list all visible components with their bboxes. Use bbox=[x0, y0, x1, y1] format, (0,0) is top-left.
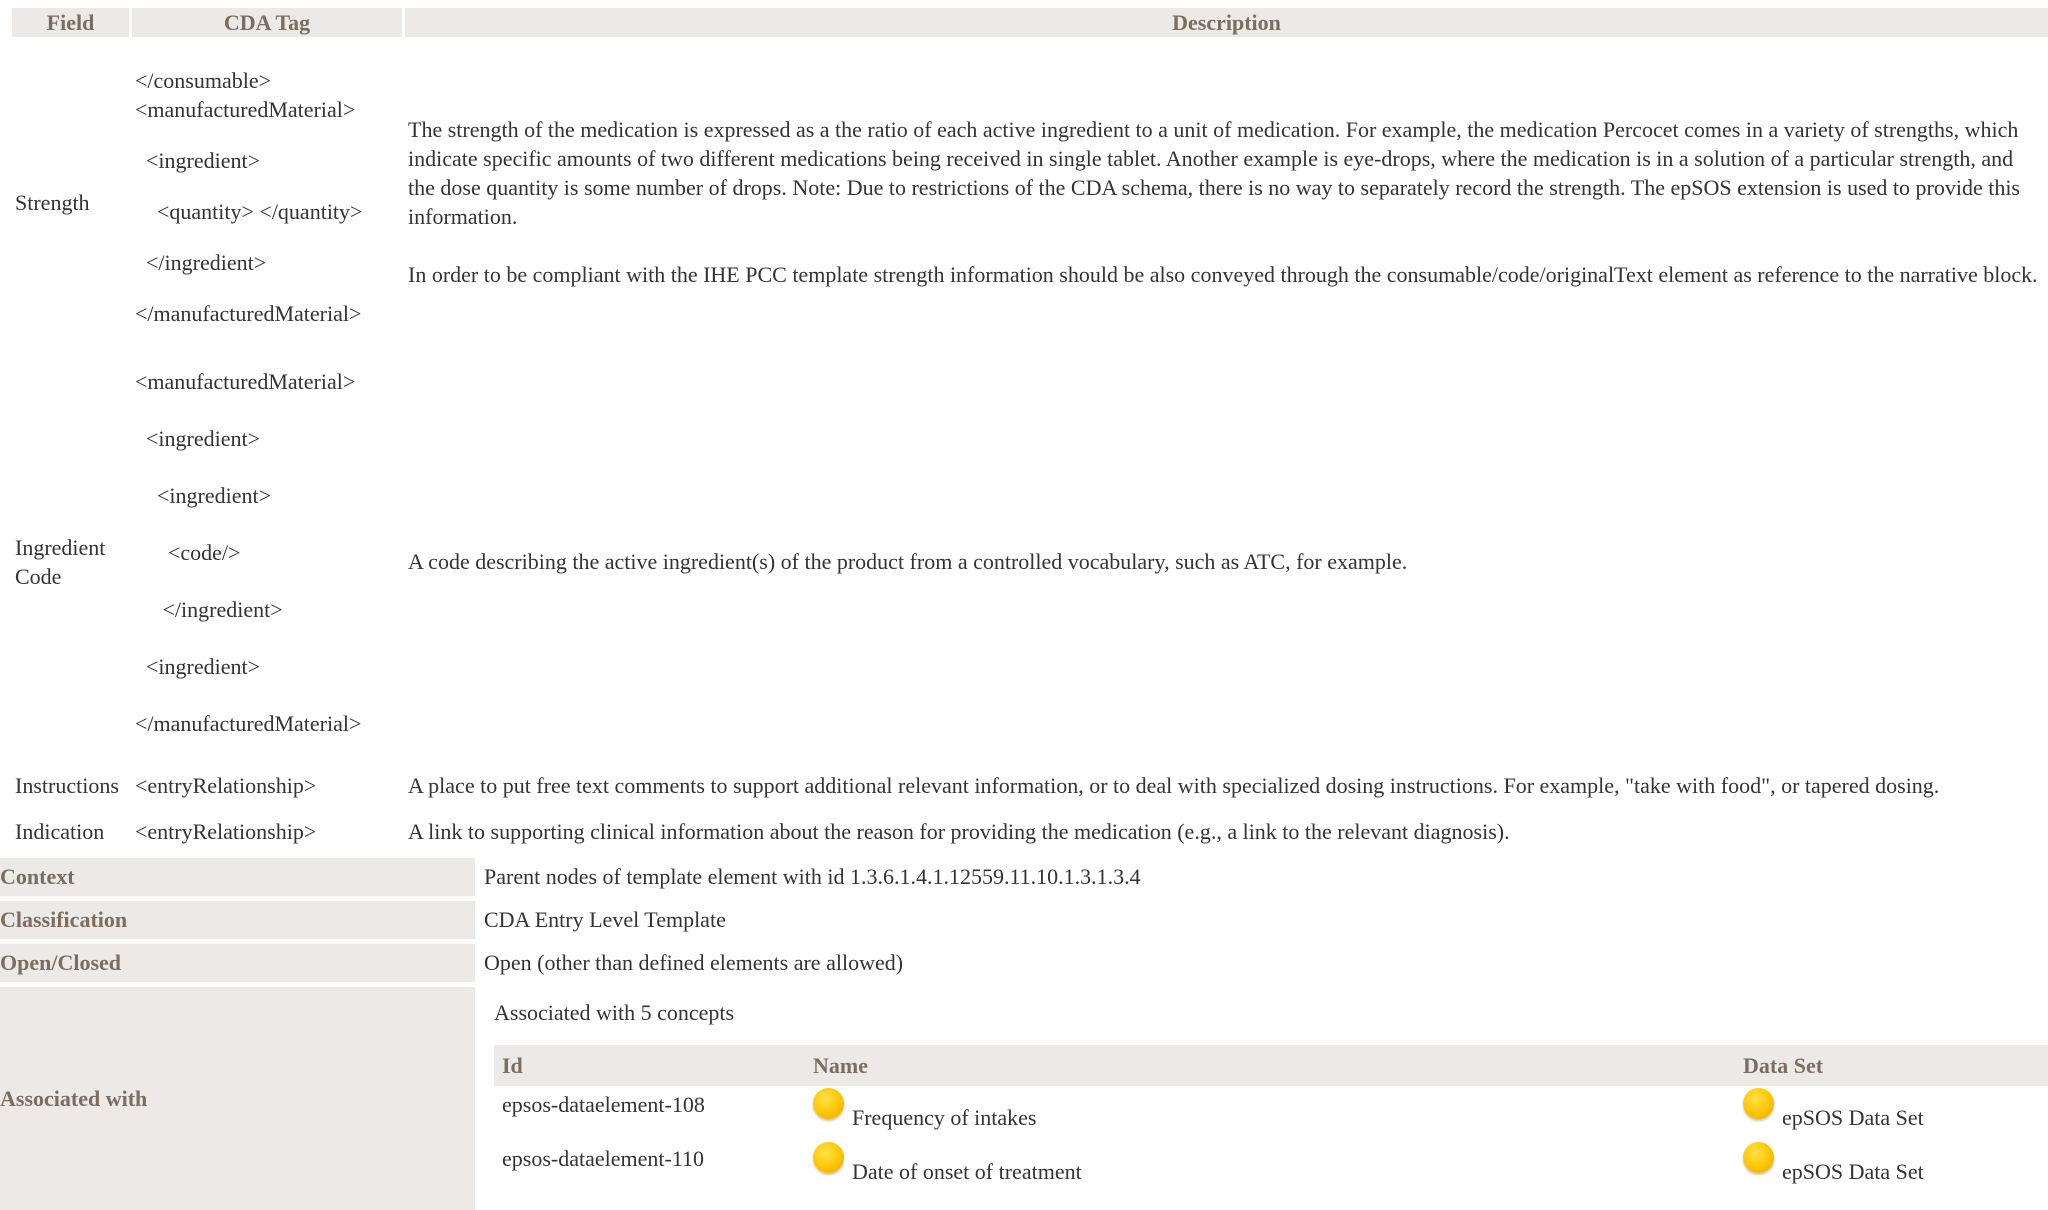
cda-tag-line: </manufacturedMaterial> bbox=[135, 301, 362, 326]
cda-tag-cell: <manufacturedMaterial> <ingredient> <ing… bbox=[132, 367, 402, 756]
description-cell: A code describing the active ingredient(… bbox=[405, 367, 2048, 756]
concepts-table: Id Name Data Set epsos-dataelement-108 F… bbox=[494, 1045, 2048, 1194]
open-closed-row: Open/Closed Open (other than defined ele… bbox=[0, 944, 2048, 982]
classification-row: Classification CDA Entry Level Template bbox=[0, 901, 2048, 939]
concept-id: epsos-dataelement-110 bbox=[494, 1140, 805, 1194]
data-set-column-header: Data Set bbox=[1735, 1045, 2048, 1086]
fields-table-header: Field CDA Tag Description bbox=[12, 0, 2048, 37]
concept-id: epsos-dataelement-108 bbox=[494, 1086, 805, 1140]
field-column-header: Field bbox=[12, 0, 129, 37]
cda-tag-line: <entryRelationship> bbox=[135, 818, 317, 844]
description-text: A code describing the active ingredient(… bbox=[408, 549, 1408, 574]
yellow-dot-icon bbox=[1743, 1141, 1774, 1173]
cda-tag-line: <ingredient> bbox=[135, 483, 272, 508]
context-row: Context Parent nodes of template element… bbox=[0, 858, 2048, 896]
field-name: Ingredient Code bbox=[15, 534, 106, 589]
table-row: epsos-dataelement-110 Date of onset of t… bbox=[494, 1140, 2048, 1194]
field-name: Indication bbox=[15, 818, 105, 844]
classification-value: CDA Entry Level Template bbox=[484, 907, 726, 932]
id-column-header: Id bbox=[494, 1045, 805, 1086]
table-row: Instructions <entryRelationship> A place… bbox=[12, 756, 2048, 814]
fields-table: Field CDA Tag Description Strength </con… bbox=[9, 0, 2048, 848]
data-set-name[interactable]: epSOS Data Set bbox=[1782, 1105, 1924, 1130]
cda-tag-line: <code/> bbox=[135, 540, 241, 565]
description-text: A link to supporting clinical informatio… bbox=[408, 818, 1510, 844]
data-set-cell[interactable]: epSOS Data Set bbox=[1735, 1086, 2048, 1140]
cda-tag-line: <quantity> </quantity> bbox=[135, 199, 363, 224]
cda-tag-line: </ingredient> bbox=[135, 597, 283, 622]
cda-tag-cell: </consumable> <manufacturedMaterial> <in… bbox=[132, 37, 402, 367]
description-column-header: Description bbox=[405, 0, 2048, 37]
yellow-dot-icon bbox=[1743, 1087, 1774, 1119]
concept-id-text: epsos-dataelement-110 bbox=[502, 1146, 704, 1171]
description-text: In order to be compliant with the IHE PC… bbox=[408, 262, 2038, 287]
table-row: epsos-dataelement-108 Frequency of intak… bbox=[494, 1086, 2048, 1140]
context-label: Context bbox=[0, 858, 475, 896]
description-cell: A link to supporting clinical informatio… bbox=[405, 814, 2048, 848]
cda-tag-line: </manufacturedMaterial> bbox=[135, 711, 362, 736]
cda-tag-line: <manufacturedMaterial> bbox=[135, 97, 356, 122]
concept-id-text: epsos-dataelement-108 bbox=[502, 1092, 705, 1117]
concept-name[interactable]: Date of onset of treatment bbox=[852, 1159, 1082, 1184]
cda-tag-line: <ingredient> bbox=[135, 654, 261, 679]
data-set-name[interactable]: epSOS Data Set bbox=[1782, 1159, 1924, 1184]
concepts-table-header: Id Name Data Set bbox=[494, 1045, 2048, 1086]
cda-tag-line: <entryRelationship> bbox=[135, 772, 317, 798]
open-closed-value: Open (other than defined elements are al… bbox=[484, 950, 904, 975]
associated-with-label: Associated with bbox=[0, 987, 475, 1210]
fields-section: Field CDA Tag Description Strength </con… bbox=[0, 0, 2048, 848]
field-name: Strength bbox=[15, 189, 90, 215]
cda-tag-line: <manufacturedMaterial> bbox=[135, 369, 356, 394]
description-cell: A place to put free text comments to sup… bbox=[405, 756, 2048, 814]
cda-tag-column-header: CDA Tag bbox=[132, 0, 402, 37]
description-text: A place to put free text comments to sup… bbox=[408, 772, 1940, 798]
data-set-cell[interactable]: epSOS Data Set bbox=[1735, 1140, 2048, 1194]
table-row: Strength </consumable> <manufacturedMate… bbox=[12, 37, 2048, 367]
yellow-dot-icon bbox=[813, 1087, 844, 1119]
associations-caption: Associated with 5 concepts bbox=[494, 1000, 735, 1025]
concept-name[interactable]: Frequency of intakes bbox=[852, 1105, 1037, 1130]
cda-tag-cell: <entryRelationship> bbox=[132, 756, 402, 814]
yellow-dot-icon bbox=[813, 1141, 844, 1173]
cda-tag-line: </ingredient> bbox=[135, 250, 267, 275]
table-row: Indication <entryRelationship> A link to… bbox=[12, 814, 2048, 848]
concept-name-cell[interactable]: Date of onset of treatment bbox=[805, 1140, 1735, 1194]
description-text: The strength of the medication is expres… bbox=[408, 117, 2020, 229]
name-column-header: Name bbox=[805, 1045, 1735, 1086]
context-value: Parent nodes of template element with id… bbox=[484, 864, 1141, 889]
cda-tag-cell: <entryRelationship> bbox=[132, 814, 402, 848]
description-cell: The strength of the medication is expres… bbox=[405, 37, 2048, 367]
cda-tag-line: </consumable> bbox=[135, 68, 272, 93]
cda-tag-line: <ingredient> bbox=[135, 426, 261, 451]
table-row: Ingredient Code <manufacturedMaterial> <… bbox=[12, 367, 2048, 756]
cda-tag-line: <ingredient> bbox=[135, 148, 261, 173]
concept-name-cell[interactable]: Frequency of intakes bbox=[805, 1086, 1735, 1140]
field-name: Instructions bbox=[15, 772, 119, 798]
classification-label: Classification bbox=[0, 901, 475, 939]
open-closed-label: Open/Closed bbox=[0, 944, 475, 982]
